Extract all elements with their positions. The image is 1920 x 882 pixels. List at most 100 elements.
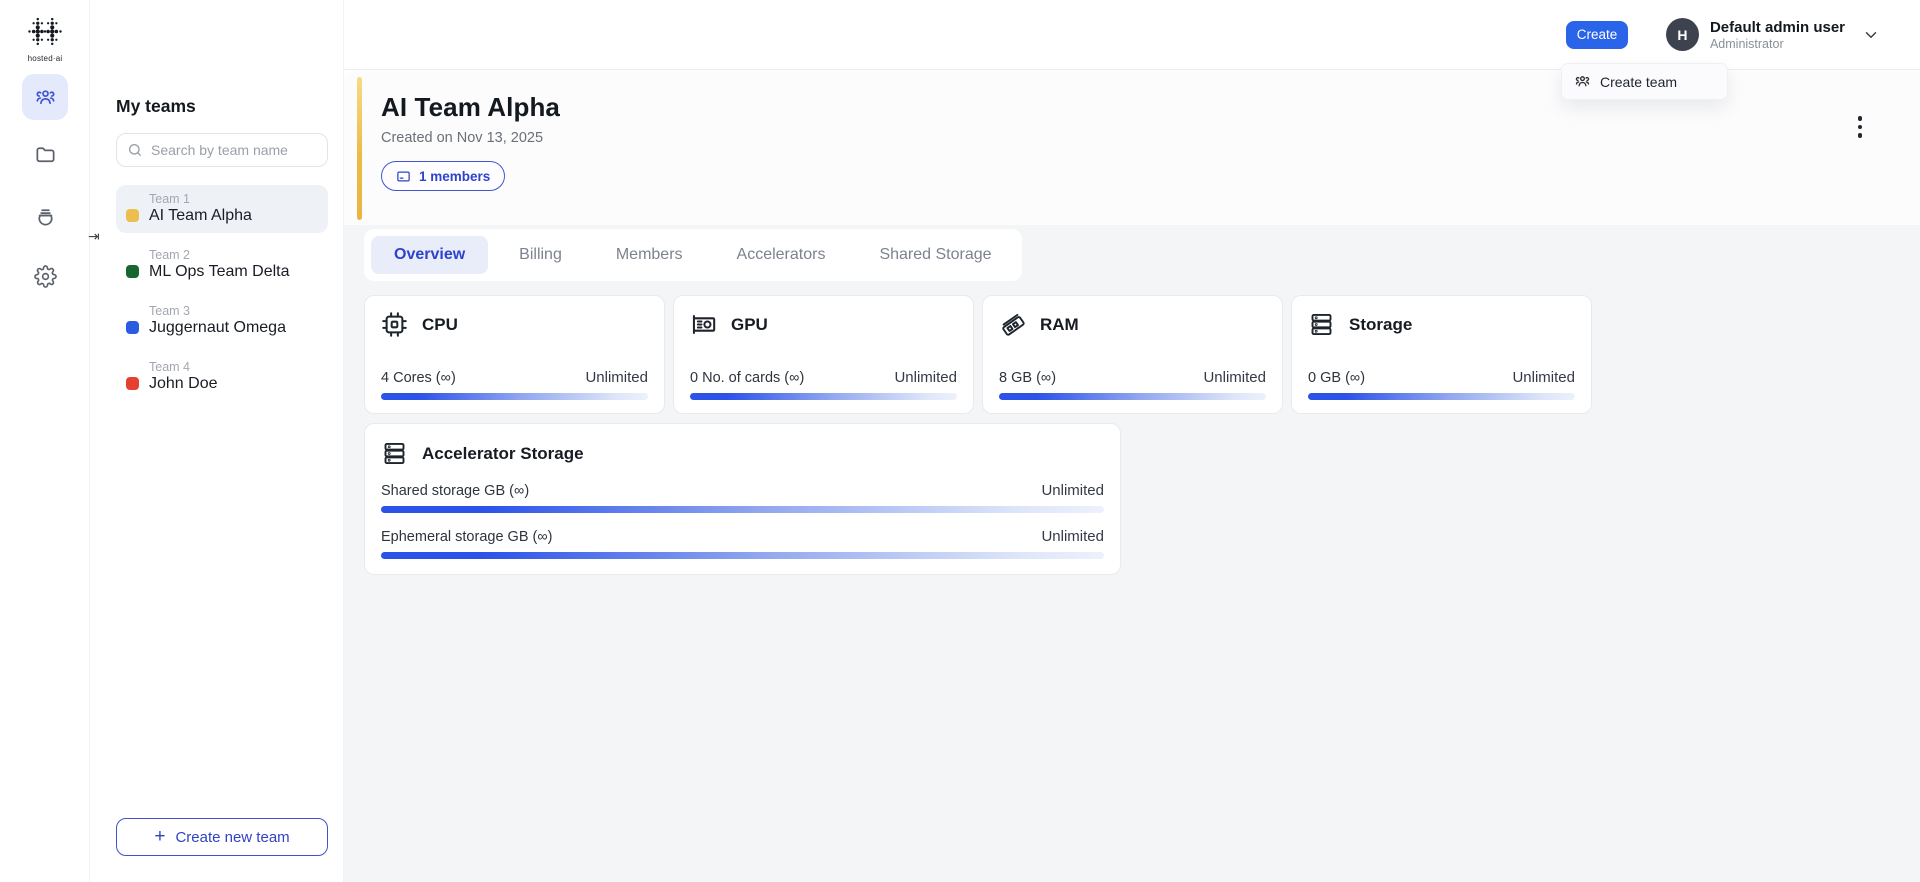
card-limit: Unlimited [585,369,648,386]
ephemeral-storage-row: Ephemeral storage GB (∞) Unlimited [381,528,1104,559]
gpu-progress-bar [690,393,957,400]
team-number: Team 1 [149,192,190,206]
ram-progress-bar [999,393,1266,400]
team-name: ML Ops Team Delta [149,263,290,280]
sidebar-item-teams[interactable] [22,74,68,120]
card-title: GPU [731,314,768,334]
gear-icon [33,264,57,288]
folder-icon [35,146,55,162]
team-accent-bar [357,77,362,220]
team-name: John Doe [149,375,218,392]
ephemeral-storage-progress-bar [381,552,1104,559]
server-icon [384,442,405,465]
team-search [116,133,328,167]
tab-overview[interactable]: Overview [371,236,489,274]
plus-icon: + [154,825,166,847]
bucket-icon [37,208,53,225]
team-number: Team 2 [149,248,190,262]
team-list-item[interactable]: Team 4 John Doe [116,353,328,401]
sidebar-item-buckets[interactable] [22,193,68,239]
gpu-card: GPU 0 No. of cards (∞) Unlimited [673,295,974,414]
shared-storage-progress-bar [381,506,1104,513]
user-name: Default admin user [1709,18,1845,36]
tab-accelerators[interactable]: Accelerators [714,236,849,274]
row-limit: Unlimited [1041,528,1104,545]
team-name: AI Team Alpha [149,207,252,224]
ram-card: RAM 8 GB (∞) Unlimited [982,295,1283,414]
storage-icon [1311,313,1332,336]
card-limit: Unlimited [1512,369,1575,386]
topbar: Create H Default admin user Administrato… [344,0,1920,70]
create-button[interactable]: Create [1565,20,1628,49]
tab-bar: Overview Billing Members Accelerators Sh… [364,229,1022,281]
team-color-swatch [126,377,139,390]
tab-shared-storage[interactable]: Shared Storage [856,236,1014,274]
sidebar-item-settings[interactable] [22,253,68,299]
tab-members[interactable]: Members [593,236,706,274]
icon-sidebar: hosted·ai [0,0,90,882]
logo-mark-icon [28,17,62,46]
card-title: Accelerator Storage [422,443,584,463]
card-title: RAM [1040,314,1079,334]
team-color-swatch [126,265,139,278]
brand-logo: hosted·ai [0,16,90,63]
shared-storage-row: Shared storage GB (∞) Unlimited [381,482,1104,513]
members-badge[interactable]: 1 members [381,161,506,191]
avatar: H [1665,18,1699,51]
members-badge-label: 1 members [419,168,491,184]
card-value: 8 GB (∞) [999,370,1057,386]
more-actions-button[interactable] [1848,110,1872,144]
app-root: hosted·ai ⇥ My teams Search by team name… [0,0,1920,882]
teams-icon [1575,76,1590,87]
create-menu: Create team [1561,63,1728,100]
team-color-swatch [126,321,139,334]
team-list-item[interactable]: Team 2 ML Ops Team Delta [116,241,328,289]
team-list-item[interactable]: Team 1 AI Team Alpha [116,185,328,233]
cpu-card: CPU 4 Cores (∞) Unlimited [364,295,665,414]
card-title: CPU [422,314,458,334]
team-name: Juggernaut Omega [149,319,286,336]
content-area: Overview Billing Members Accelerators Sh… [344,225,1920,882]
cpu-icon [382,312,407,337]
card-limit: Unlimited [894,369,957,386]
storage-card: Storage 0 GB (∞) Unlimited [1291,295,1592,414]
create-new-team-button[interactable]: + Create new team [116,818,328,856]
team-color-swatch [126,209,139,222]
resource-cards: CPU 4 Cores (∞) Unlimited GPU 0 No. of c… [364,295,1920,414]
team-number: Team 4 [149,360,190,374]
sidebar-item-projects[interactable] [22,131,68,177]
team-list: Team 1 AI Team Alpha Team 2 ML Ops Team … [116,185,328,401]
create-new-team-label: Create new team [175,828,290,846]
accelerator-storage-card: Accelerator Storage Shared storage GB (∞… [364,423,1121,575]
user-menu[interactable]: H Default admin user Administrator [1665,18,1880,51]
card-value: 0 GB (∞) [1308,370,1366,386]
tab-billing[interactable]: Billing [496,236,585,274]
team-search-input[interactable] [116,133,328,167]
storage-progress-bar [1308,393,1575,400]
teams-panel: My teams Team 1 AI Team Alpha Team 2 ML … [90,0,344,882]
row-limit: Unlimited [1041,482,1104,499]
card-title: Storage [1349,314,1413,334]
create-team-menu-label: Create team [1600,73,1678,90]
created-date: Created on Nov 13, 2025 [381,130,544,146]
main-area: Create H Default admin user Administrato… [344,0,1920,882]
card-value: 0 No. of cards (∞) [690,370,805,386]
user-role: Administrator [1709,36,1784,51]
cpu-progress-bar [381,393,648,400]
create-team-menu-item[interactable]: Create team [1564,66,1725,97]
chevron-down-icon [1865,31,1877,38]
team-list-item[interactable]: Team 3 Juggernaut Omega [116,297,328,345]
search-icon [129,144,141,156]
gpu-icon [692,315,716,334]
row-label: Ephemeral storage GB (∞) [381,529,553,545]
member-card-icon [397,171,410,181]
teams-panel-title: My teams [116,96,196,116]
teams-icon [35,89,55,104]
card-limit: Unlimited [1203,369,1266,386]
row-label: Shared storage GB (∞) [381,483,530,499]
brand-name: hosted·ai [27,54,63,63]
ram-icon [1002,313,1025,336]
card-value: 4 Cores (∞) [381,370,456,386]
team-number: Team 3 [149,304,190,318]
sidebar-collapse-handle[interactable]: ⇥ [88,228,100,245]
